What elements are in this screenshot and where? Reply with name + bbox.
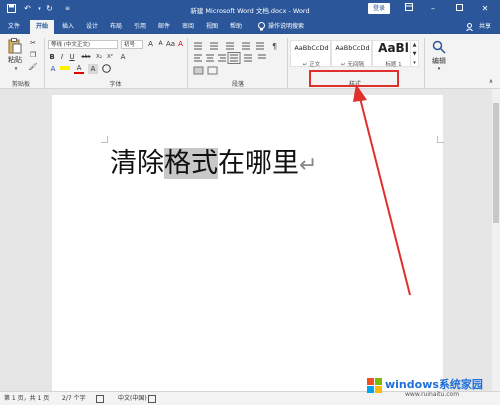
strikethrough-button[interactable]: abc xyxy=(80,52,92,62)
accessibility-icon[interactable] xyxy=(148,392,156,405)
group-divider xyxy=(44,38,45,88)
undo-icon[interactable]: ↶ xyxy=(22,4,33,14)
tab-help[interactable]: 帮助 xyxy=(226,20,246,34)
editing-dropdown-icon[interactable]: ▾ xyxy=(434,64,444,74)
restore-icon[interactable] xyxy=(452,3,466,14)
style-normal-label: ↵ 正文 xyxy=(302,62,321,68)
paragraph-group-label: 段落 xyxy=(231,81,244,88)
bold-button[interactable]: B xyxy=(48,52,56,62)
text-before: 清除 xyxy=(110,148,164,179)
watermark-url: www.ruinaitu.com xyxy=(405,391,460,398)
tab-references[interactable]: 引用 xyxy=(130,20,150,34)
style-heading-1-sample: AaBl xyxy=(378,41,409,55)
login-button[interactable]: 登录 xyxy=(368,3,390,14)
tab-file[interactable]: 文件 xyxy=(4,20,24,34)
text-effects-icon[interactable]: A xyxy=(118,52,128,62)
windows-logo-icon xyxy=(367,378,382,393)
close-icon[interactable]: ✕ xyxy=(478,3,492,14)
share-icon[interactable] xyxy=(464,20,474,34)
paste-icon[interactable] xyxy=(8,38,22,54)
italic-button[interactable]: I xyxy=(58,52,66,62)
page-count[interactable]: 第 1 页，共 1 页 xyxy=(4,392,49,405)
shrink-font-icon[interactable]: A xyxy=(156,39,165,49)
paragraph-mark: ↵ xyxy=(299,153,318,178)
minimize-icon[interactable]: – xyxy=(426,3,440,14)
subscript-button[interactable]: X₂ xyxy=(94,52,104,62)
style-no-spacing-sample: AaBbCcDd xyxy=(335,44,370,52)
style-heading-1-label: 标题 1 xyxy=(385,62,402,68)
grow-font-icon[interactable]: A xyxy=(146,39,155,49)
redo-icon[interactable]: ↻ xyxy=(44,4,55,14)
paragraph-controls: ¶ xyxy=(192,40,284,76)
language[interactable]: 中文(中国) xyxy=(118,392,147,405)
cut-icon[interactable]: ✂ xyxy=(28,38,38,48)
enclose-characters-icon[interactable] xyxy=(101,64,111,76)
margin-corner xyxy=(437,136,444,143)
highlight-color-icon[interactable] xyxy=(60,66,70,70)
tab-design[interactable]: 设计 xyxy=(82,20,102,34)
title-row: ↶ ▾ ↻ ≡ 新建 Microsoft Word 文档.docx - Word… xyxy=(0,0,500,18)
selected-text: 格式 xyxy=(164,148,218,179)
tab-view[interactable]: 视图 xyxy=(202,20,222,34)
format-painter-icon[interactable]: 🖌 xyxy=(28,62,38,72)
ribbon-tabs: 文件 开始 插入 设计 布局 引用 邮件 审阅 视图 帮助 操作说明搜索 共享 xyxy=(0,20,500,34)
watermark: windows系统家园 www.ruinaitu.com xyxy=(365,372,500,402)
character-shading-button[interactable]: A xyxy=(88,64,98,74)
group-divider xyxy=(424,38,425,88)
group-divider xyxy=(287,38,288,88)
proofing-icon[interactable] xyxy=(96,392,104,405)
document-title: 新建 Microsoft Word 文档.docx - Word xyxy=(190,7,310,15)
svg-text:¶: ¶ xyxy=(272,42,277,51)
scrollbar-thumb[interactable] xyxy=(493,103,499,223)
style-normal[interactable]: AaBbCcDd ↵ 正文 xyxy=(290,40,331,68)
vertical-scrollbar[interactable] xyxy=(492,89,500,391)
share-button[interactable]: 共享 xyxy=(475,20,495,34)
tab-home[interactable]: 开始 xyxy=(30,20,54,34)
customize-icon[interactable]: ≡ xyxy=(62,4,73,14)
margin-corner xyxy=(101,136,108,143)
style-no-spacing[interactable]: AaBbCcDd ↵ 无间隔 xyxy=(331,40,372,68)
document-text[interactable]: 清除格式在哪里↵ xyxy=(110,147,317,183)
tab-mailings[interactable]: 邮件 xyxy=(154,20,174,34)
styles-scroll[interactable]: ▲ ▼ ▾ xyxy=(410,40,419,67)
group-divider xyxy=(187,38,188,88)
font-group-label: 字体 xyxy=(109,81,122,88)
text-effects-button[interactable]: A xyxy=(48,64,58,74)
collapse-ribbon-icon[interactable]: ∧ xyxy=(486,77,496,87)
tab-insert[interactable]: 插入 xyxy=(58,20,78,34)
font-name-dropdown[interactable]: 等线 (中文正文) xyxy=(48,40,118,49)
underline-button[interactable]: U xyxy=(68,52,76,62)
style-no-spacing-label: ↵ 无间隔 xyxy=(341,62,364,68)
word-count[interactable]: 2/7 个字 xyxy=(62,392,86,405)
style-heading-1[interactable]: AaBl 标题 1 xyxy=(372,40,413,68)
lightbulb-icon xyxy=(254,20,268,34)
find-icon[interactable] xyxy=(432,40,446,54)
tab-review[interactable]: 审阅 xyxy=(178,20,198,34)
save-icon[interactable] xyxy=(6,4,17,14)
clear-formatting-icon[interactable]: A xyxy=(176,39,185,49)
tell-me-search[interactable]: 操作说明搜索 xyxy=(268,20,328,34)
annotation-arrow xyxy=(353,84,411,296)
font-color-button[interactable]: A xyxy=(74,64,84,74)
clipboard-group-label: 剪贴板 xyxy=(11,81,30,88)
superscript-button[interactable]: X² xyxy=(105,52,115,62)
font-size-dropdown[interactable]: 初号 xyxy=(121,40,143,49)
ribbon-display-icon[interactable] xyxy=(402,3,416,14)
tab-layout[interactable]: 布局 xyxy=(106,20,126,34)
paste-dropdown-icon[interactable]: ▾ xyxy=(8,64,24,74)
watermark-brand: windows系统家园 xyxy=(385,378,483,391)
change-case-icon[interactable]: Aa xyxy=(166,39,175,49)
text-after: 在哪里 xyxy=(218,148,299,179)
copy-icon[interactable]: ❐ xyxy=(28,50,38,60)
style-normal-sample: AaBbCcDd xyxy=(294,44,329,52)
